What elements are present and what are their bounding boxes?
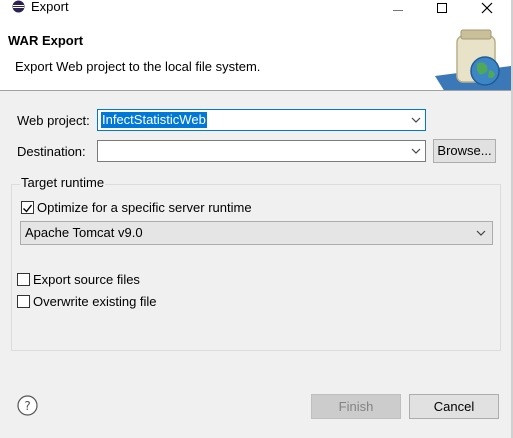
page-description: Export Web project to the local file sys… [15, 59, 261, 74]
export-source-label[interactable]: Export source files [33, 272, 140, 288]
close-button[interactable] [465, 0, 509, 16]
maximize-icon [437, 3, 447, 13]
web-project-value: InfectStatisticWeb [101, 112, 207, 128]
destination-label: Destination: [17, 144, 86, 159]
chevron-down-icon [476, 230, 486, 236]
button-bar: ? Finish Cancel [0, 373, 513, 438]
export-source-checkbox[interactable] [17, 273, 30, 286]
target-runtime-label: Target runtime [20, 175, 106, 191]
help-icon[interactable]: ? [17, 395, 38, 416]
eclipse-icon [12, 0, 25, 13]
minimize-icon [393, 9, 403, 11]
optimize-label[interactable]: Optimize for a specific server runtime [37, 200, 252, 216]
maximize-button[interactable] [420, 0, 464, 16]
runtime-combo[interactable]: Apache Tomcat v9.0 [20, 221, 493, 245]
wizard-header: WAR Export Export Web project to the loc… [0, 16, 513, 92]
web-project-label: Web project: [17, 113, 90, 128]
page-title: WAR Export [8, 33, 84, 48]
destination-combo[interactable] [97, 140, 426, 162]
cancel-button[interactable]: Cancel [409, 394, 499, 419]
optimize-checkbox[interactable] [21, 201, 34, 214]
overwrite-checkbox[interactable] [17, 295, 30, 308]
window-title: Export [31, 0, 69, 14]
chevron-down-icon [411, 117, 421, 123]
finish-button[interactable]: Finish [311, 394, 401, 419]
checkmark-icon [23, 204, 33, 213]
web-project-combo[interactable]: InfectStatisticWeb [97, 109, 426, 131]
svg-text:?: ? [24, 399, 30, 413]
overwrite-label[interactable]: Overwrite existing file [33, 294, 157, 310]
browse-button[interactable]: Browse... [433, 139, 496, 163]
chevron-down-icon [411, 148, 421, 154]
minimize-button[interactable] [376, 0, 420, 16]
title-bar: Export [0, 0, 513, 16]
jar-globe-icon [435, 29, 511, 92]
runtime-value: Apache Tomcat v9.0 [25, 225, 143, 240]
close-icon [481, 2, 493, 14]
wizard-content: Web project: InfectStatisticWeb Destinat… [0, 91, 513, 373]
